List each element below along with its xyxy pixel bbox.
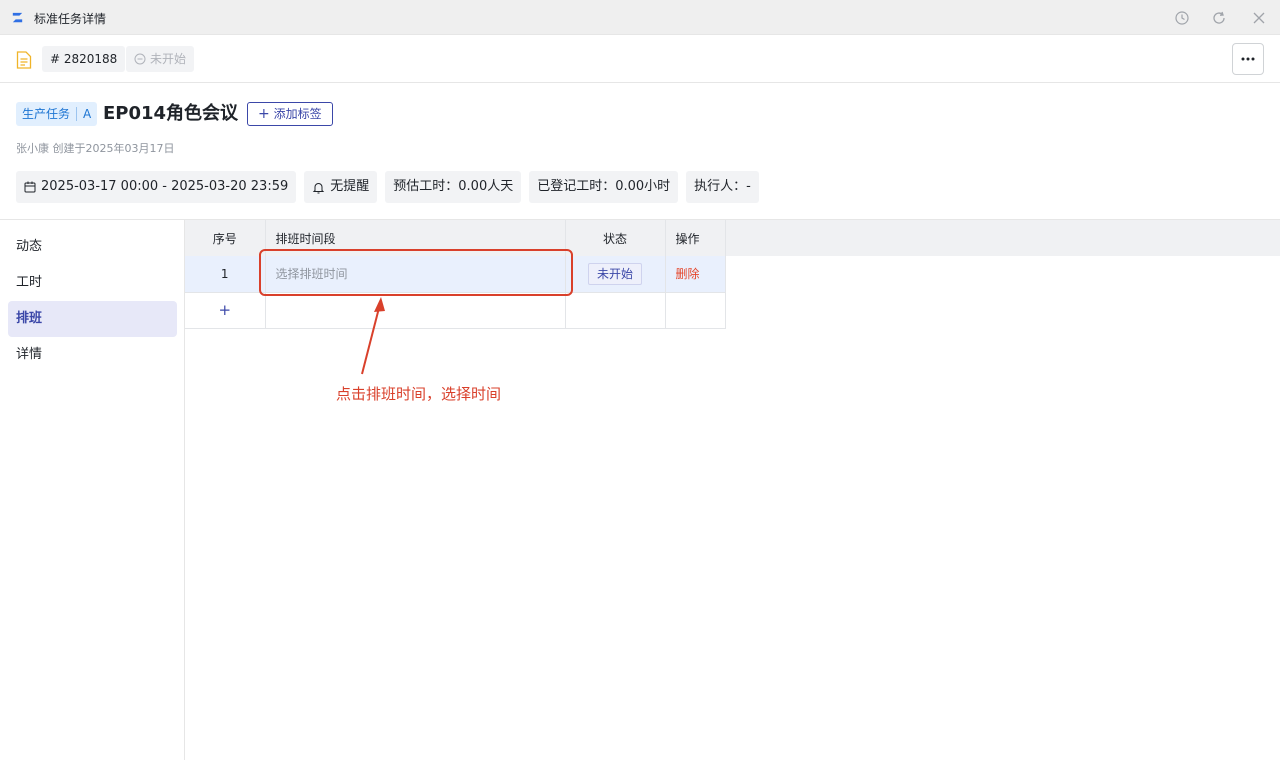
sidebar-item-activity[interactable]: 动态 [8,229,177,265]
empty-cell [565,292,666,329]
status-cell: 未开始 [565,256,666,293]
annotation-text: 点击排班时间，选择时间 [336,385,502,403]
window-titlebar: 标准任务详情 [0,0,1280,35]
reminder-text: 无提醒 [330,179,370,194]
empty-cell [265,292,566,329]
assignee-chip[interactable]: 执行人：- [686,171,759,203]
table-add-row: + [185,292,726,329]
refresh-icon [1213,11,1225,24]
more-dots-icon [1241,57,1255,61]
task-status-label: 未开始 [150,52,187,66]
more-button[interactable] [1232,43,1264,75]
status-circle-icon [134,53,146,65]
window-title: 标准任务详情 [34,12,107,26]
row-index: 1 [185,256,266,293]
task-title: EP014角色会议 [103,103,239,124]
task-type-tag[interactable]: 生产任务 A [16,102,98,126]
estimated-hours-chip[interactable]: 预估工时：0.00人天 [385,171,522,203]
task-toolbar: # 2820188 未开始 [0,35,1280,83]
creator-meta: 张小康 创建于2025年03月17日 [16,142,175,155]
annotation-highlight-box [259,249,573,296]
bell-icon [313,182,325,193]
task-status-chip[interactable]: 未开始 [126,46,195,72]
task-header: 生产任务 A EP014角色会议 + 添加标签 张小康 创建于2025年03月1… [0,83,1280,219]
plus-icon: + [258,106,270,122]
document-icon [16,51,32,69]
status-badge: 未开始 [587,262,642,285]
column-header-status: 状态 [565,220,666,256]
task-type-suffix: A [83,107,92,121]
add-tag-label: 添加标签 [273,107,322,121]
column-header-action: 操作 [665,220,726,256]
history-icon [1175,11,1189,25]
add-row-plus-icon[interactable]: + [218,301,231,319]
add-row-cell[interactable]: + [185,292,266,329]
action-cell: 删除 [665,256,726,293]
date-range-text: 2025-03-17 00:00 - 2025-03-20 23:59 [41,179,289,194]
sidebar-item-details[interactable]: 详情 [8,337,177,373]
calendar-icon [24,181,36,193]
task-info-row: 2025-03-17 00:00 - 2025-03-20 23:59 无提醒 … [16,171,759,203]
add-tag-button[interactable]: + 添加标签 [247,102,333,126]
close-button[interactable] [1249,8,1269,28]
logged-hours-chip[interactable]: 已登记工时：0.00小时 [529,171,679,203]
refresh-button[interactable] [1209,8,1229,28]
empty-cell [665,292,726,329]
close-icon [1253,12,1265,24]
schedule-content: 序号 排班时间段 状态 操作 1 选择排班时间 未开始 删除 + [185,219,1280,760]
app-logo-icon [12,12,23,23]
sidebar-item-schedule[interactable]: 排班 [8,301,177,337]
detail-sidebar: 动态 工时 排班 详情 [0,219,185,760]
history-button[interactable] [1172,8,1192,28]
column-header-index: 序号 [185,220,266,256]
sidebar-item-worklog[interactable]: 工时 [8,265,177,301]
date-range-chip[interactable]: 2025-03-17 00:00 - 2025-03-20 23:59 [16,171,297,203]
task-id-chip[interactable]: # 2820188 [42,46,126,72]
reminder-chip[interactable]: 无提醒 [304,171,378,203]
task-type-label: 生产任务 [22,107,71,121]
delete-link[interactable]: 删除 [676,267,700,281]
